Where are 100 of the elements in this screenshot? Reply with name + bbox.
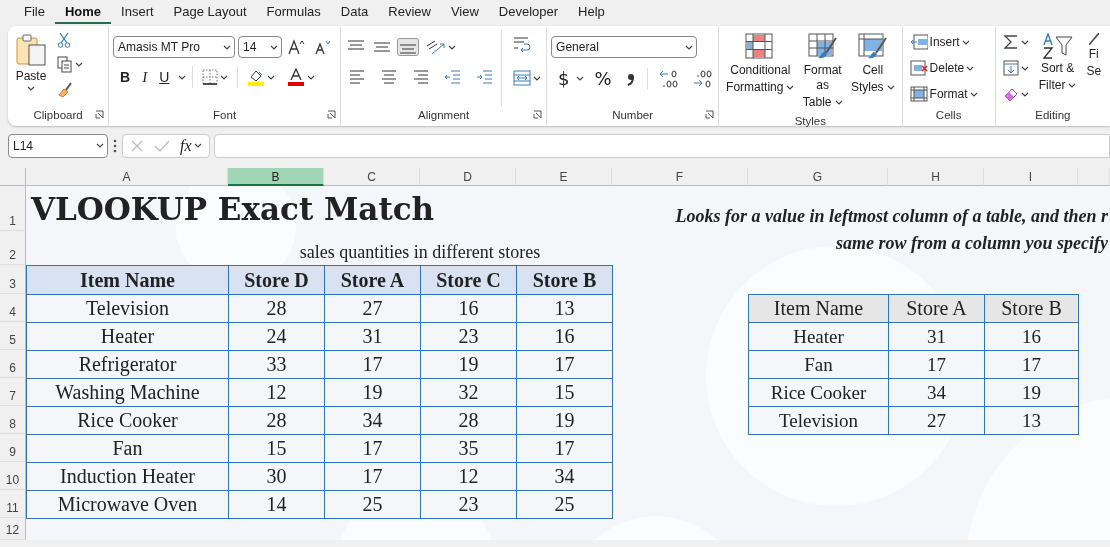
bold-button[interactable]: B xyxy=(117,67,134,87)
menu-tab[interactable]: Developer xyxy=(488,0,569,24)
conditional-formatting-button[interactable]: Conditional Formatting xyxy=(723,30,798,112)
close-icon xyxy=(130,138,144,153)
table-cell: Microwave Oven xyxy=(26,490,229,519)
align-lines-icon xyxy=(374,40,391,54)
menu-tab[interactable]: Data xyxy=(330,0,379,24)
menu-tab[interactable]: Review xyxy=(378,0,441,24)
group-label: Font xyxy=(213,109,237,121)
name-box[interactable]: L14 xyxy=(8,133,108,158)
bottom-align-button[interactable] xyxy=(397,38,420,56)
number-format-dropdown[interactable]: General xyxy=(551,36,698,58)
column-heading: Store C xyxy=(420,265,517,295)
table-cell: Rice Cooker xyxy=(748,378,889,407)
caret-icon xyxy=(270,44,279,50)
group-label: Styles xyxy=(793,114,827,129)
row-header[interactable]: 4 xyxy=(0,294,26,322)
row-header[interactable]: 5 xyxy=(0,322,26,350)
select-all-button[interactable] xyxy=(0,168,26,186)
row-header[interactable]: 1 xyxy=(0,186,26,231)
currency-button[interactable]: $ xyxy=(555,66,573,91)
row-header[interactable]: 2 xyxy=(0,231,26,265)
caret-icon xyxy=(223,44,232,50)
group-label: Editing xyxy=(1034,108,1072,123)
italic-button[interactable]: I xyxy=(139,66,151,88)
paste-button[interactable]: Paste xyxy=(12,30,50,106)
caret-icon xyxy=(961,39,970,45)
checkmark-icon xyxy=(154,138,170,153)
merge-cells-icon xyxy=(513,70,532,86)
align-lines-icon xyxy=(348,68,367,86)
column-header[interactable]: I xyxy=(984,168,1078,186)
format-as-table-button[interactable]: Format as Table xyxy=(799,30,846,112)
description-text: Looks for a value in leftmost column of a table, and then r xyxy=(675,206,1109,228)
caret-icon xyxy=(966,65,975,71)
caret-icon xyxy=(1020,65,1029,71)
scissors-icon xyxy=(57,32,71,48)
table-cell: Fan xyxy=(748,350,889,379)
font-name-dropdown[interactable]: Amasis MT Pro xyxy=(113,36,236,58)
group-label: Cells xyxy=(934,108,963,123)
row-header[interactable]: 7 xyxy=(0,378,26,406)
caret-icon xyxy=(178,74,187,80)
caret-icon xyxy=(786,85,795,90)
dialog-launcher-icon xyxy=(95,110,105,119)
column-header[interactable]: B xyxy=(228,168,324,186)
format-cells-icon xyxy=(909,86,928,102)
row-header[interactable]: 8 xyxy=(0,406,26,434)
caret-icon xyxy=(1020,91,1029,97)
caret-icon xyxy=(685,44,694,50)
table-cell: Television xyxy=(748,406,889,435)
column-heading: Store B xyxy=(984,294,1079,323)
sort-filter-button[interactable]: Sort & Filter xyxy=(1035,30,1080,106)
menu-tab[interactable]: Help xyxy=(568,0,615,24)
column-header[interactable]: F xyxy=(612,168,748,186)
column-heading: Store A xyxy=(888,294,985,323)
row-header[interactable]: 9 xyxy=(0,434,26,462)
row-header[interactable]: 12 xyxy=(0,518,26,540)
underline-button[interactable]: U xyxy=(156,67,173,87)
sigma-icon xyxy=(1002,34,1019,50)
description-text: same row from a column you specify xyxy=(836,232,1109,254)
menu-tab[interactable]: Home xyxy=(54,0,112,24)
column-header[interactable]: H xyxy=(888,168,984,186)
table-cell: Heater xyxy=(748,322,889,351)
table-brush-icon xyxy=(807,33,838,61)
row-header[interactable]: 11 xyxy=(0,490,26,518)
menu-tab[interactable]: Page Layout xyxy=(163,0,257,24)
table-cell: 25 xyxy=(324,490,421,519)
column-header[interactable]: E xyxy=(516,168,612,186)
caret-icon xyxy=(1068,83,1077,88)
percent-button[interactable]: % xyxy=(591,66,615,91)
borders-icon xyxy=(202,69,219,85)
column-header[interactable]: D xyxy=(420,168,516,186)
caret-icon xyxy=(307,74,316,80)
column-header[interactable]: G xyxy=(748,168,888,186)
row-header[interactable]: 6 xyxy=(0,350,26,378)
menu-tab[interactable]: Insert xyxy=(111,0,164,24)
delete-cells-button[interactable]: Delete xyxy=(906,58,981,78)
formula-input-field[interactable] xyxy=(213,133,1110,158)
align-lines-icon xyxy=(412,68,431,86)
menu-tab[interactable]: View xyxy=(440,0,489,24)
row-header[interactable]: 3 xyxy=(0,265,26,294)
cell-styles-button[interactable]: Cell Styles xyxy=(847,30,898,112)
column-header[interactable]: A xyxy=(26,168,228,186)
table-cell: 23 xyxy=(420,490,517,519)
align-lines-icon xyxy=(444,68,463,86)
format-cells-button[interactable]: Format xyxy=(906,84,981,104)
font-size-dropdown[interactable]: 14 xyxy=(238,36,283,58)
find-select-button[interactable]: Fi Se xyxy=(1083,30,1105,106)
clipboard-icon xyxy=(15,33,47,67)
row-header[interactable]: 10 xyxy=(0,462,26,490)
column-header[interactable] xyxy=(1078,168,1110,186)
menu-tab[interactable]: Formulas xyxy=(256,0,331,24)
column-heading: Store A xyxy=(324,265,421,295)
menu-tab[interactable]: File xyxy=(14,0,55,24)
decimal-arrow-icon xyxy=(692,69,713,88)
column-header[interactable]: C xyxy=(324,168,420,186)
caret-icon xyxy=(220,74,229,80)
caret-icon xyxy=(267,74,276,80)
table-cell: 25 xyxy=(516,490,613,519)
insert-cells-button[interactable]: Insert xyxy=(906,32,981,52)
text-color-icon xyxy=(287,68,306,86)
